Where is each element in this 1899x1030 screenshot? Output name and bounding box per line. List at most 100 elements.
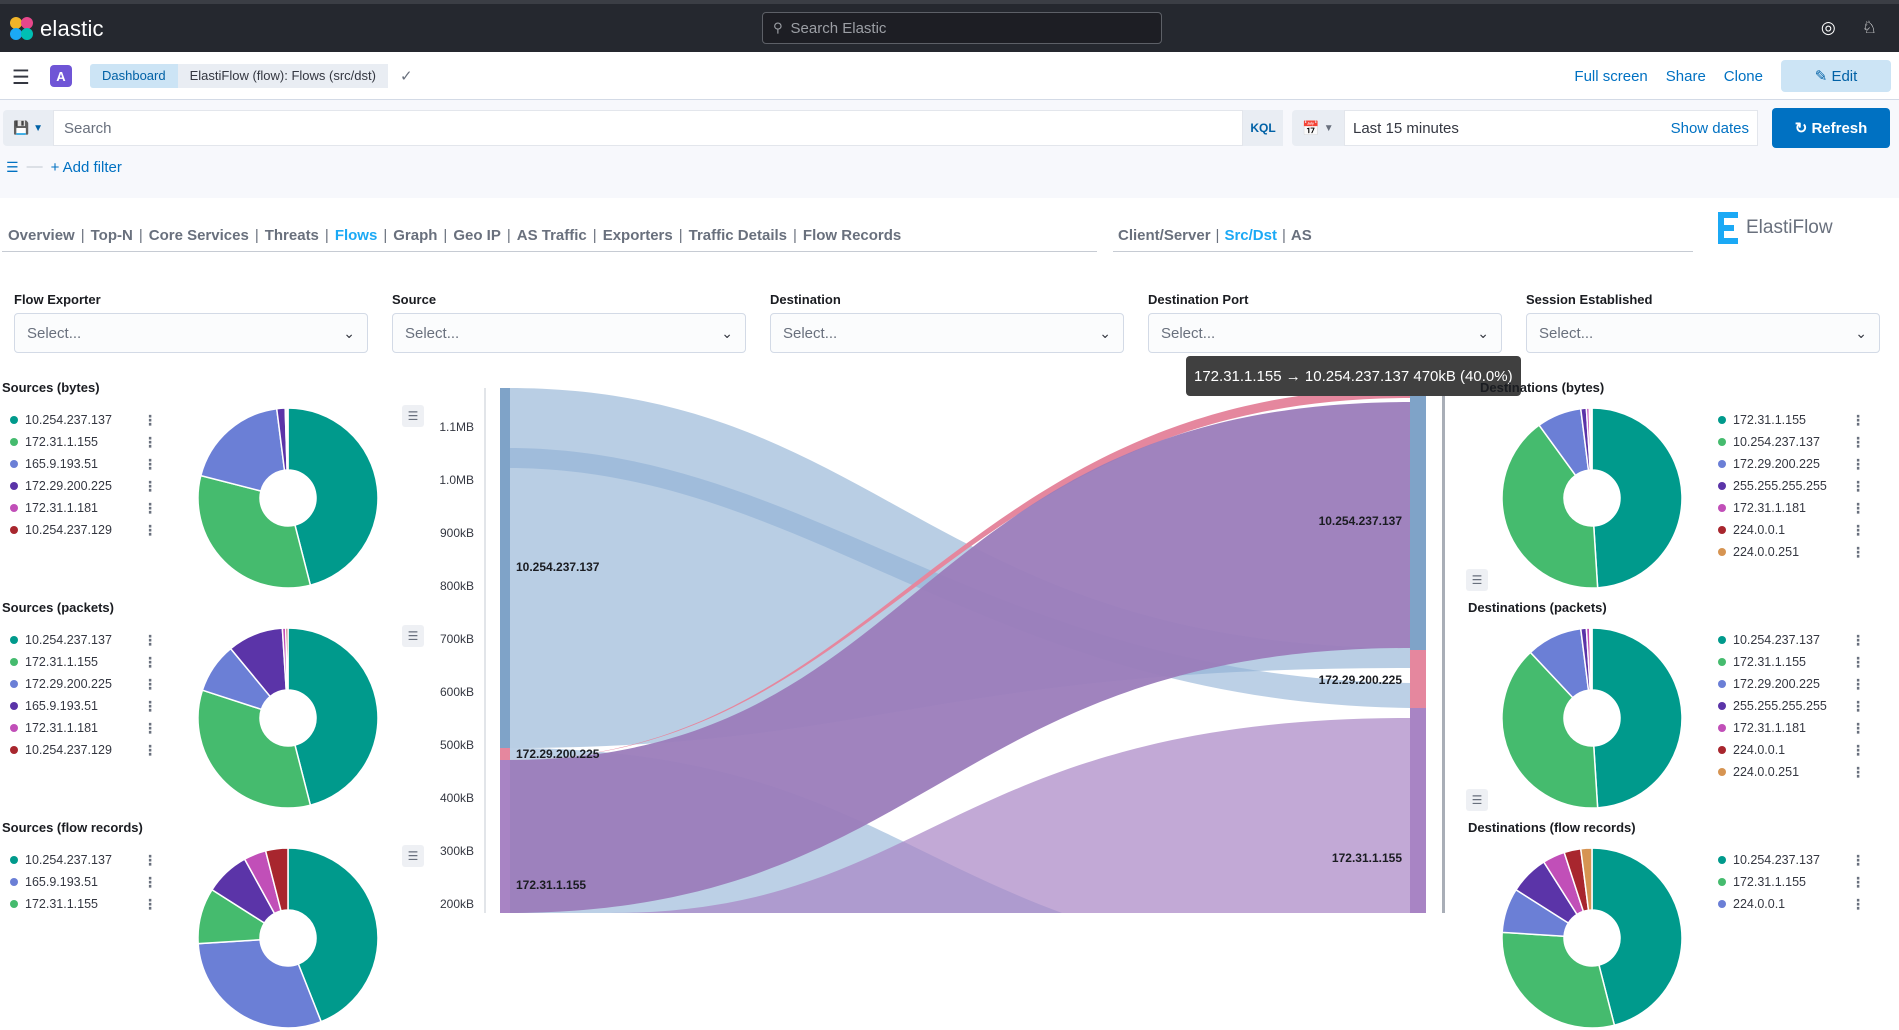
legend-item[interactable]: 172.31.1.181 ⋮ (1718, 497, 1865, 519)
legend-item[interactable]: 172.29.200.225 ⋮ (1718, 673, 1865, 695)
sources-bytes-pie[interactable] (196, 406, 380, 590)
sankey-node[interactable] (1410, 708, 1426, 913)
legend-item[interactable]: 10.254.237.129 ⋮ (10, 519, 157, 541)
legend-item[interactable]: 10.254.237.137 ⋮ (1718, 629, 1865, 651)
kebab-menu-icon[interactable]: ⋮ (1851, 720, 1865, 737)
kebab-menu-icon[interactable]: ⋮ (1851, 676, 1865, 693)
pie-slice[interactable] (197, 689, 312, 809)
refresh-button[interactable]: ↻ Refresh (1772, 108, 1890, 148)
tab-threats[interactable]: Threats (259, 227, 325, 244)
date-picker[interactable]: Last 15 minutes Show dates (1344, 110, 1758, 146)
tab-top-n[interactable]: Top-N (85, 227, 139, 244)
destinations-bytes-pie[interactable] (1500, 406, 1684, 590)
subtab-as[interactable]: AS (1286, 227, 1317, 244)
pie-slice[interactable] (1501, 931, 1616, 1029)
legend-toggle-icon[interactable]: ☰ (402, 405, 424, 427)
control-select[interactable]: Select... ⌄ (14, 313, 368, 353)
legend-item[interactable]: 10.254.237.137 ⋮ (10, 629, 157, 651)
legend-item[interactable]: 172.31.1.155 ⋮ (1718, 871, 1865, 893)
help-icon[interactable]: ◎ (1821, 18, 1836, 38)
legend-item[interactable]: 172.29.200.225 ⋮ (1718, 453, 1865, 475)
edit-button[interactable]: ✎ Edit (1781, 60, 1891, 92)
legend-item[interactable]: 172.31.1.181 ⋮ (1718, 717, 1865, 739)
destinations-packets-pie[interactable] (1500, 626, 1684, 810)
kebab-menu-icon[interactable]: ⋮ (143, 478, 157, 495)
legend-item[interactable]: 10.254.237.129 ⋮ (10, 739, 157, 761)
date-quick-menu-button[interactable]: 📅 ▼ (1292, 110, 1344, 146)
pie-slice[interactable] (286, 407, 289, 471)
legend-item[interactable]: 165.9.193.51 ⋮ (10, 871, 157, 893)
legend-toggle-icon[interactable]: ☰ (402, 845, 424, 867)
tab-geo-ip[interactable]: Geo IP (447, 227, 507, 244)
kebab-menu-icon[interactable]: ⋮ (1851, 764, 1865, 781)
legend-item[interactable]: 172.31.1.155 ⋮ (1718, 409, 1865, 431)
pie-slice[interactable] (1591, 627, 1683, 809)
kebab-menu-icon[interactable]: ⋮ (1851, 544, 1865, 561)
elastic-logo[interactable]: elastic (10, 16, 104, 42)
control-select[interactable]: Select... ⌄ (1148, 313, 1502, 353)
legend-toggle-icon[interactable]: ☰ (402, 625, 424, 647)
show-dates-link[interactable]: Show dates (1671, 120, 1749, 137)
kebab-menu-icon[interactable]: ⋮ (143, 874, 157, 891)
kql-toggle[interactable]: KQL (1243, 110, 1283, 146)
sankey-node[interactable] (1410, 650, 1426, 708)
legend-item[interactable]: 224.0.0.251 ⋮ (1718, 541, 1865, 563)
kebab-menu-icon[interactable]: ⋮ (1851, 852, 1865, 869)
control-select[interactable]: Select... ⌄ (770, 313, 1124, 353)
pie-slice[interactable] (199, 407, 286, 492)
kebab-menu-icon[interactable]: ⋮ (143, 500, 157, 517)
kebab-menu-icon[interactable]: ⋮ (1851, 632, 1865, 649)
legend-item[interactable]: 224.0.0.251 ⋮ (1718, 761, 1865, 783)
legend-item[interactable]: 224.0.0.1 ⋮ (1718, 893, 1865, 915)
pie-slice[interactable] (197, 474, 312, 589)
add-filter-button[interactable]: + Add filter (51, 159, 122, 176)
control-select[interactable]: Select... ⌄ (1526, 313, 1880, 353)
filter-options-icon[interactable]: ☰ (6, 159, 19, 176)
legend-item[interactable]: 255.255.255.255 ⋮ (1718, 475, 1865, 497)
pie-slice[interactable] (1590, 407, 1593, 471)
tab-flows[interactable]: Flows (329, 227, 384, 244)
kebab-menu-icon[interactable]: ⋮ (1851, 478, 1865, 495)
legend-toggle-icon[interactable]: ☰ (1466, 789, 1488, 811)
kebab-menu-icon[interactable]: ⋮ (143, 522, 157, 539)
global-search-field[interactable]: ⚲ (762, 12, 1162, 44)
space-avatar[interactable]: A (50, 65, 72, 87)
clone-button[interactable]: Clone (1724, 68, 1763, 85)
kebab-menu-icon[interactable]: ⋮ (1851, 742, 1865, 759)
kebab-menu-icon[interactable]: ⋮ (143, 742, 157, 759)
legend-item[interactable]: 10.254.237.137 ⋮ (10, 409, 157, 431)
control-select[interactable]: Select... ⌄ (392, 313, 746, 353)
legend-item[interactable]: 172.31.1.155 ⋮ (10, 431, 157, 453)
sources-records-pie[interactable] (196, 846, 380, 1030)
tab-exporters[interactable]: Exporters (597, 227, 679, 244)
global-search-input[interactable] (790, 19, 1131, 37)
pie-slice[interactable] (1591, 407, 1683, 589)
saved-query-button[interactable]: 💾 ▼ (3, 110, 53, 146)
kebab-menu-icon[interactable]: ⋮ (1851, 500, 1865, 517)
sankey-node[interactable] (1410, 388, 1426, 650)
kebab-menu-icon[interactable]: ⋮ (1851, 434, 1865, 451)
news-feed-icon[interactable]: ♘ (1862, 18, 1877, 38)
kebab-menu-icon[interactable]: ⋮ (1851, 698, 1865, 715)
tab-flow-records[interactable]: Flow Records (797, 227, 907, 244)
legend-item[interactable]: 172.31.1.155 ⋮ (10, 893, 157, 915)
sankey-node[interactable] (500, 748, 510, 760)
query-input-field[interactable] (53, 110, 1243, 146)
sources-packets-pie[interactable] (196, 626, 380, 810)
destinations-records-pie[interactable] (1500, 846, 1684, 1030)
legend-item[interactable]: 172.31.1.181 ⋮ (10, 497, 157, 519)
kebab-menu-icon[interactable]: ⋮ (143, 456, 157, 473)
kebab-menu-icon[interactable]: ⋮ (1851, 456, 1865, 473)
subtab-src-dst[interactable]: Src/Dst (1219, 227, 1282, 244)
time-range[interactable]: Last 15 minutes (1353, 120, 1459, 137)
query-input[interactable] (64, 119, 1164, 137)
legend-item[interactable]: 10.254.237.137 ⋮ (1718, 849, 1865, 871)
tab-core-services[interactable]: Core Services (143, 227, 255, 244)
kebab-menu-icon[interactable]: ⋮ (143, 654, 157, 671)
legend-item[interactable]: 224.0.0.1 ⋮ (1718, 739, 1865, 761)
kebab-menu-icon[interactable]: ⋮ (143, 720, 157, 737)
legend-item[interactable]: 172.31.1.155 ⋮ (10, 651, 157, 673)
pie-slice[interactable] (197, 938, 323, 1029)
kebab-menu-icon[interactable]: ⋮ (1851, 874, 1865, 891)
kebab-menu-icon[interactable]: ⋮ (1851, 654, 1865, 671)
